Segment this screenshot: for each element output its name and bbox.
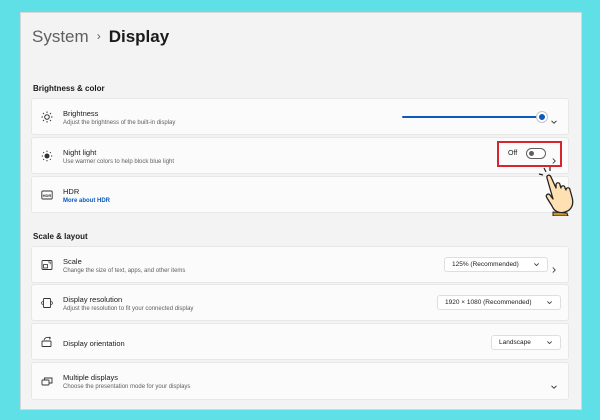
scale-icon bbox=[41, 259, 53, 271]
scale-dropdown-value: 125% (Recommended) bbox=[452, 261, 519, 268]
sun-dim-icon bbox=[41, 150, 53, 162]
chevron-down-icon bbox=[547, 301, 552, 305]
scale-desc: Change the size of text, apps, and other… bbox=[63, 268, 186, 274]
toggle-knob bbox=[529, 151, 534, 156]
night-light-title: Night light bbox=[63, 148, 97, 157]
orientation-dropdown[interactable]: Landscape bbox=[491, 335, 561, 350]
resolution-icon bbox=[41, 297, 53, 309]
brightness-slider-thumb[interactable] bbox=[537, 112, 547, 122]
multiple-displays-card[interactable]: Multiple displays Choose the presentatio… bbox=[31, 362, 569, 400]
sun-icon bbox=[41, 111, 53, 123]
display-resolution-card[interactable]: Display resolution Adjust the resolution… bbox=[31, 284, 569, 321]
settings-window: System › Display Brightness & color Brig… bbox=[20, 12, 582, 410]
resolution-dropdown-value: 1920 × 1080 (Recommended) bbox=[445, 299, 532, 306]
hdr-card[interactable]: HDR HDR More about HDR bbox=[31, 176, 569, 213]
multiple-displays-desc: Choose the presentation mode for your di… bbox=[63, 384, 191, 390]
night-light-toggle[interactable] bbox=[526, 148, 546, 159]
breadcrumb-separator: › bbox=[96, 29, 101, 43]
breadcrumb-system[interactable]: System bbox=[32, 27, 89, 47]
scale-title: Scale bbox=[63, 257, 82, 266]
orientation-dropdown-value: Landscape bbox=[499, 339, 531, 346]
multiple-displays-icon bbox=[41, 376, 53, 388]
brightness-slider[interactable] bbox=[402, 116, 542, 118]
brightness-card[interactable]: Brightness Adjust the brightness of the … bbox=[31, 98, 569, 135]
night-light-card[interactable]: Night light Use warmer colors to help bl… bbox=[31, 137, 569, 174]
orientation-icon bbox=[41, 336, 53, 348]
scale-card[interactable]: Scale Change the size of text, apps, and… bbox=[31, 246, 569, 283]
night-light-state-label: Off bbox=[508, 150, 518, 157]
more-about-hdr-link[interactable]: More about HDR bbox=[63, 198, 110, 204]
chevron-down-icon bbox=[547, 341, 552, 345]
chevron-down-icon bbox=[534, 263, 539, 267]
section-title-brightness-color: Brightness & color bbox=[33, 84, 105, 93]
svg-text:HDR: HDR bbox=[43, 193, 52, 198]
chevron-down-icon[interactable] bbox=[550, 378, 558, 389]
multiple-displays-title: Multiple displays bbox=[63, 373, 119, 382]
resolution-title: Display resolution bbox=[63, 295, 123, 304]
chevron-down-icon[interactable] bbox=[550, 113, 558, 124]
brightness-title: Brightness bbox=[63, 109, 99, 118]
orientation-title: Display orientation bbox=[63, 339, 125, 348]
display-orientation-card[interactable]: Display orientation Landscape bbox=[31, 323, 569, 360]
resolution-desc: Adjust the resolution to fit your connec… bbox=[63, 306, 194, 312]
scale-dropdown[interactable]: 125% (Recommended) bbox=[444, 257, 548, 272]
chevron-right-icon[interactable] bbox=[550, 261, 558, 273]
page-title: Display bbox=[108, 27, 170, 46]
brightness-desc: Adjust the brightness of the built-in di… bbox=[63, 120, 176, 126]
hdr-title: HDR bbox=[63, 187, 80, 196]
section-title-scale-layout: Scale & layout bbox=[33, 232, 88, 241]
breadcrumb: System › Display bbox=[32, 27, 169, 47]
night-light-desc: Use warmer colors to help block blue lig… bbox=[63, 159, 175, 165]
hdr-icon: HDR bbox=[41, 189, 53, 201]
resolution-dropdown[interactable]: 1920 × 1080 (Recommended) bbox=[437, 295, 561, 310]
pointing-hand-icon bbox=[538, 167, 574, 216]
